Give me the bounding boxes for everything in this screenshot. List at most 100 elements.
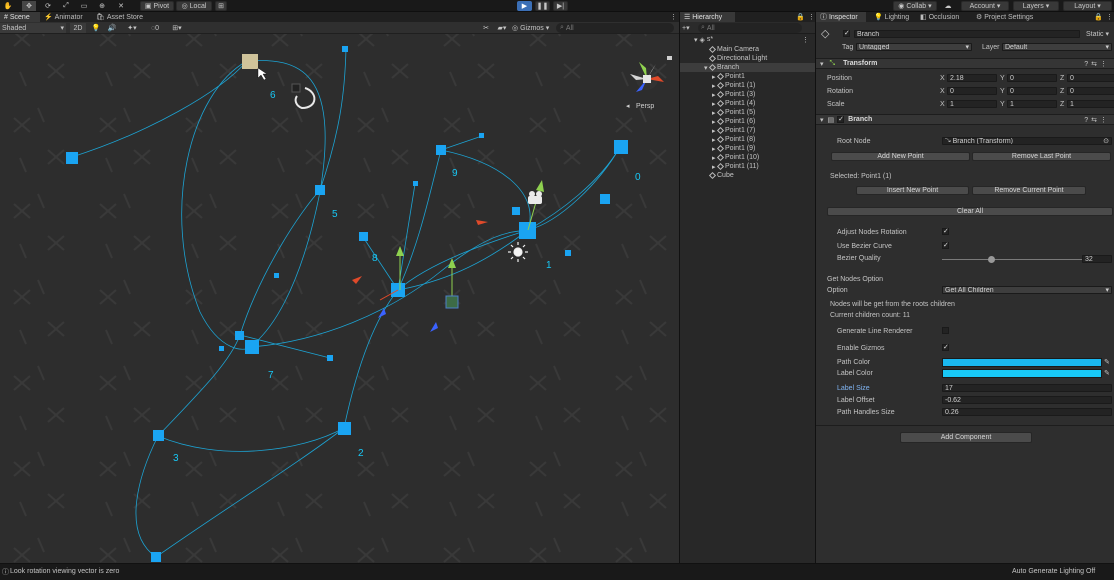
path-node[interactable] [235, 331, 244, 340]
local-toggle[interactable]: ◎ Local [176, 1, 212, 11]
hierarchy-item[interactable]: ▸ Point1 (9) [680, 144, 815, 153]
hidden-count[interactable]: ◌ 0 [146, 23, 164, 33]
hierarchy-item[interactable]: ▸ Point1 (6) [680, 117, 815, 126]
enable-gizmos-checkbox[interactable]: ✓ [942, 344, 949, 351]
component-menu-icons[interactable]: ?⇆⋮ [1084, 60, 1110, 68]
root-node-field[interactable]: ⤡ Branch (Transform) ⊙ [942, 137, 1112, 145]
path-color-field[interactable] [942, 358, 1102, 367]
panel-menu-icon[interactable]: ⋮ [1102, 12, 1113, 22]
remove-current-point-button[interactable]: Remove Current Point [972, 186, 1086, 195]
slider-thumb[interactable] [988, 256, 995, 263]
object-picker-icon[interactable]: ⊙ [1103, 138, 1111, 144]
scene-canvas[interactable]: 0 1 2 3 5 6 7 8 9 Persp ◂ [0, 34, 679, 563]
label-color-field[interactable] [942, 369, 1102, 378]
generate-line-renderer-checkbox[interactable] [942, 327, 949, 334]
bezier-quality-slider[interactable] [942, 259, 1082, 260]
hierarchy-item[interactable]: ▸ Point1 (3) [680, 90, 815, 99]
path-node[interactable] [315, 185, 325, 195]
label-offset-field[interactable]: -0.62 [942, 396, 1112, 404]
axis-label-x[interactable]: X [940, 75, 945, 82]
axis-label-y[interactable]: Y [1000, 101, 1005, 108]
axis-label-z[interactable]: Z [1060, 101, 1064, 108]
hierarchy-item[interactable]: ▸ Point1 (10) [680, 153, 815, 162]
shading-dropdown[interactable]: Shaded ▾ [0, 23, 66, 33]
selected-node-handle[interactable] [242, 54, 258, 69]
gizmos-dropdown[interactable]: ◎ Gizmos ▾ [512, 23, 552, 33]
eyedropper-icon[interactable]: ✎ [1104, 369, 1110, 377]
tab-animator[interactable]: ⚡ Animator [40, 12, 90, 22]
scale-tool-icon[interactable]: ⤢ [60, 1, 72, 11]
hierarchy-item[interactable]: Directional Light [680, 54, 815, 63]
path-handles-size-field[interactable]: 0.26 [942, 408, 1112, 416]
position-y-field[interactable]: 0 [1007, 74, 1057, 82]
toggle-2d-button[interactable]: 2D [70, 23, 86, 33]
path-node[interactable] [151, 552, 161, 562]
step-button[interactable]: ▶| [553, 1, 568, 11]
hierarchy-item[interactable]: Cube [680, 171, 815, 180]
lock-icon[interactable] [667, 56, 672, 60]
hierarchy-item[interactable]: ▸ Point1 [680, 72, 815, 81]
adjust-nodes-rotation-checkbox[interactable]: ✓ [942, 228, 949, 235]
tab-lighting[interactable]: 💡 Lighting [870, 12, 914, 22]
tag-dropdown[interactable]: Untagged ▾ [856, 43, 972, 51]
panel-menu-icon[interactable]: ⋮ [666, 12, 678, 22]
layer-dropdown[interactable]: Default ▾ [1002, 43, 1112, 51]
hierarchy-search-input[interactable]: ⌕ All [698, 23, 802, 33]
tab-inspector[interactable]: ⓘ Inspector [816, 12, 866, 22]
static-toggle[interactable]: Static ▾ [1086, 30, 1109, 38]
create-dropdown[interactable]: +▾ [682, 23, 696, 33]
object-name-field[interactable]: Branch [854, 30, 1080, 38]
rotation-x-field[interactable]: 0 [947, 87, 997, 95]
scene-menu-icon[interactable]: ⋮ [802, 36, 815, 44]
clear-all-button[interactable]: Clear All [827, 207, 1113, 216]
eyedropper-icon[interactable]: ✎ [1104, 358, 1110, 366]
panel-lock-icon[interactable]: 🔒 [1090, 12, 1103, 22]
hierarchy-item[interactable]: ▸ Point1 (1) [680, 81, 815, 90]
axis-label-z[interactable]: Z [1060, 75, 1064, 82]
grid-dropdown-icon[interactable]: ⊞▾ [167, 23, 187, 33]
axis-label-z[interactable]: Z [1060, 88, 1064, 95]
insert-new-point-button[interactable]: Insert New Point [856, 186, 969, 195]
hierarchy-item[interactable]: ▸ Point1 (5) [680, 108, 815, 117]
path-node[interactable] [436, 145, 446, 155]
account-dropdown[interactable]: Account ▾ [961, 1, 1009, 11]
axis-label-x[interactable]: X [940, 101, 945, 108]
tab-occlusion[interactable]: ◧ Occlusion [916, 12, 968, 22]
axis-label-x[interactable]: X [940, 88, 945, 95]
pause-button[interactable]: ❚❚ [535, 1, 550, 11]
cloud-icon[interactable]: ☁ [941, 1, 955, 11]
light-gizmo-icon[interactable] [508, 242, 528, 262]
effects-dropdown-icon[interactable]: ✦▾ [122, 23, 142, 33]
axis-label-y[interactable]: Y [1000, 88, 1005, 95]
custom-tool-icon[interactable]: ✕ [115, 1, 127, 11]
remove-last-point-button[interactable]: Remove Last Point [972, 152, 1111, 161]
layers-dropdown[interactable]: Layers ▾ [1013, 1, 1059, 11]
position-z-field[interactable]: 0 [1067, 74, 1114, 82]
path-node[interactable] [245, 340, 259, 354]
branch-component-header[interactable]: ▾ ▤ ✓ Branch ?⇆⋮ [816, 114, 1114, 125]
scene-search-input[interactable]: ⌕ All [556, 23, 674, 33]
scale-x-field[interactable]: 1 [947, 100, 997, 108]
hierarchy-item[interactable]: ▾ Branch [680, 63, 815, 72]
position-x-field[interactable]: 2.18 [947, 74, 997, 82]
play-button[interactable]: ▶ [517, 1, 532, 11]
hierarchy-item[interactable]: ▸ Point1 (8) [680, 135, 815, 144]
pivot-toggle[interactable]: ▣ Pivot [140, 1, 174, 11]
hand-tool-icon[interactable]: ✋ [2, 1, 14, 11]
plane-handle-icon[interactable] [445, 295, 459, 309]
audio-toggle-icon[interactable]: 🔊 [106, 23, 118, 33]
add-new-point-button[interactable]: Add New Point [831, 152, 970, 161]
transform-tool-icon[interactable]: ⊕ [96, 1, 108, 11]
path-node[interactable] [66, 152, 78, 164]
path-node[interactable] [519, 222, 536, 239]
rect-tool-icon[interactable]: ▭ [78, 1, 90, 11]
layout-dropdown[interactable]: Layout ▾ [1063, 1, 1112, 11]
grid-snap-icon[interactable]: ⊞ [215, 1, 227, 11]
label-size-field[interactable]: 17 [942, 384, 1112, 392]
move-tool-icon[interactable]: ✥ [22, 1, 36, 11]
use-bezier-curve-checkbox[interactable]: ✓ [942, 242, 949, 249]
auto-lighting-status[interactable]: Auto Generate Lighting Off [1012, 568, 1095, 575]
panel-lock-icon[interactable]: 🔒 [792, 12, 805, 22]
hierarchy-item[interactable]: Main Camera [680, 45, 815, 54]
component-menu-icons[interactable]: ?⇆⋮ [1084, 116, 1110, 124]
